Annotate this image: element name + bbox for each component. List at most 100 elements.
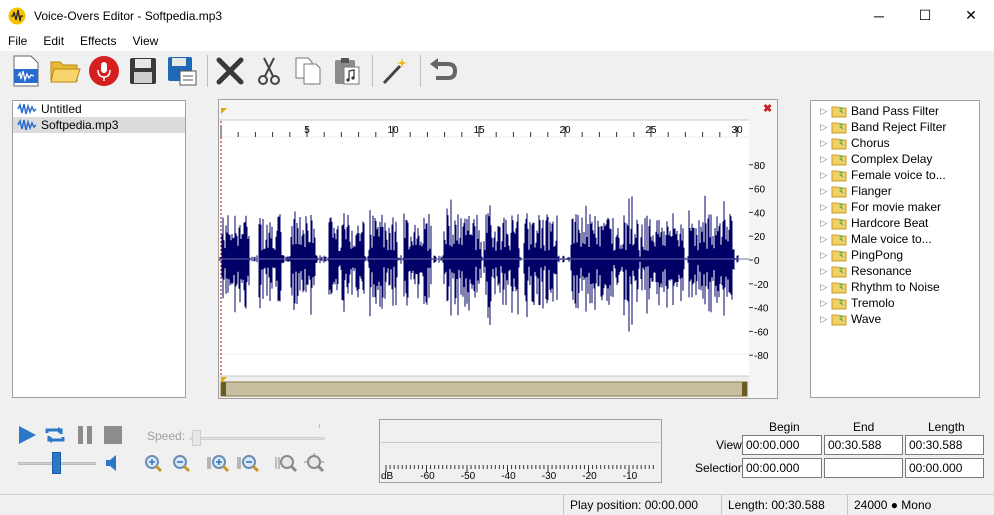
magic-wand-icon — [382, 58, 407, 85]
folder-effect-icon — [831, 185, 847, 197]
expand-arrow-icon[interactable]: ▷ — [817, 154, 831, 165]
expand-arrow-icon[interactable]: ▷ — [817, 314, 831, 325]
close-button[interactable]: ✕ — [948, 0, 994, 31]
folder-effect-icon — [831, 313, 847, 325]
zoom-in-horizontal-icon — [207, 455, 229, 473]
cut-button[interactable] — [251, 53, 287, 89]
paste-button[interactable] — [329, 53, 365, 89]
volume-slider[interactable] — [18, 452, 96, 474]
folder-effect-icon — [831, 169, 847, 181]
effect-item-label: For movie maker — [851, 200, 942, 214]
folder-effect-icon — [831, 137, 847, 149]
stop-icon — [104, 426, 122, 444]
effect-item[interactable]: ▷ Complex Delay — [811, 151, 979, 167]
file-item-softpedia[interactable]: Softpedia.mp3 — [13, 117, 185, 133]
open-button[interactable] — [47, 53, 83, 89]
waveform-canvas[interactable]: 5 10 15 20 25 30 — [219, 100, 749, 398]
copy-button[interactable] — [290, 53, 326, 89]
effect-item[interactable]: ▷ Flanger — [811, 183, 979, 199]
expand-arrow-icon[interactable]: ▷ — [817, 218, 831, 229]
save-as-button[interactable] — [164, 53, 200, 89]
view-row-label: View — [716, 438, 742, 452]
pause-icon — [78, 426, 92, 444]
stop-button[interactable] — [101, 423, 125, 447]
ruler-label: 20 — [559, 125, 571, 136]
new-button[interactable] — [8, 53, 44, 89]
new-icon — [13, 55, 39, 87]
expand-arrow-icon[interactable]: ▷ — [817, 122, 831, 133]
close-waveform-icon[interactable]: ✖ — [763, 102, 772, 115]
expand-arrow-icon[interactable]: ▷ — [817, 186, 831, 197]
effect-item-label: Hardcore Beat — [851, 216, 929, 230]
delete-button[interactable] — [212, 53, 248, 89]
file-item-untitled[interactable]: Untitled — [13, 101, 185, 117]
undo-button[interactable] — [425, 53, 461, 89]
expand-arrow-icon[interactable]: ▷ — [817, 202, 831, 213]
loop-button[interactable] — [43, 423, 67, 447]
effect-item[interactable]: ▷ Rhythm to Noise — [811, 279, 979, 295]
zoom-in-horizontal-button[interactable] — [206, 452, 230, 474]
effect-item[interactable]: ▷ Chorus — [811, 135, 979, 151]
expand-arrow-icon[interactable]: ▷ — [817, 106, 831, 117]
speed-slider[interactable] — [190, 424, 325, 446]
folder-effect-icon — [831, 297, 847, 309]
speed-label: Speed: — [147, 429, 186, 443]
view-end-field[interactable]: 00:30.588 — [824, 435, 903, 455]
speed-slider-tick — [319, 424, 320, 428]
effect-item[interactable]: ▷ Wave — [811, 311, 979, 327]
effect-item[interactable]: ▷ Female voice to... — [811, 167, 979, 183]
toolbar — [0, 51, 994, 91]
zoom-in-button[interactable] — [142, 452, 164, 474]
expand-arrow-icon[interactable]: ▷ — [817, 266, 831, 277]
pause-button[interactable] — [73, 423, 97, 447]
expand-arrow-icon[interactable]: ▷ — [817, 298, 831, 309]
menu-edit[interactable]: Edit — [35, 34, 72, 48]
zoom-fit-button[interactable] — [274, 452, 298, 474]
volume-slider-thumb[interactable] — [52, 452, 61, 474]
expand-arrow-icon[interactable]: ▷ — [817, 138, 831, 149]
record-button[interactable] — [86, 53, 122, 89]
menu-effects[interactable]: Effects — [72, 34, 124, 48]
play-button[interactable] — [15, 423, 39, 447]
effect-item[interactable]: ▷ Male voice to... — [811, 231, 979, 247]
expand-arrow-icon[interactable]: ▷ — [817, 170, 831, 181]
selection-begin-field[interactable]: 00:00.000 — [742, 458, 822, 478]
effect-item[interactable]: ▷ Resonance — [811, 263, 979, 279]
menu-view[interactable]: View — [125, 34, 167, 48]
meter-label: -40 — [501, 471, 516, 481]
effect-item[interactable]: ▷ Band Pass Filter — [811, 103, 979, 119]
view-begin-field[interactable]: 00:00.000 — [742, 435, 822, 455]
effect-item-label: Complex Delay — [851, 152, 933, 166]
effect-item[interactable]: ▷ For movie maker — [811, 199, 979, 215]
volume-button[interactable] — [102, 452, 124, 474]
zoom-reset-button[interactable] — [302, 452, 326, 474]
maximize-button[interactable]: ☐ — [902, 0, 948, 31]
length-header: Length — [928, 420, 965, 434]
speed-slider-thumb[interactable] — [192, 430, 201, 446]
toolbar-separator — [207, 55, 208, 87]
effect-item[interactable]: ▷ Hardcore Beat — [811, 215, 979, 231]
toolbar-separator — [420, 55, 421, 87]
menu-file[interactable]: File — [0, 34, 35, 48]
expand-arrow-icon[interactable]: ▷ — [817, 250, 831, 261]
save-as-icon — [168, 57, 197, 86]
file-item-label: Untitled — [41, 102, 82, 116]
effect-item[interactable]: ▷ Tremolo — [811, 295, 979, 311]
audio-file-icon — [17, 103, 37, 115]
folder-effect-icon — [831, 249, 847, 261]
zoom-out-horizontal-button[interactable] — [236, 452, 260, 474]
zoom-out-button[interactable] — [170, 452, 192, 474]
save-button[interactable] — [125, 53, 161, 89]
effect-item[interactable]: ▷ PingPong — [811, 247, 979, 263]
selection-end-field[interactable] — [824, 458, 903, 478]
begin-header: Begin — [769, 420, 800, 434]
zoom-out-icon — [173, 455, 191, 473]
expand-arrow-icon[interactable]: ▷ — [817, 282, 831, 293]
effect-item[interactable]: ▷ Band Reject Filter — [811, 119, 979, 135]
selection-length-field[interactable]: 00:00.000 — [905, 458, 984, 478]
view-length-field[interactable]: 00:30.588 — [905, 435, 984, 455]
minimize-button[interactable]: ─ — [856, 0, 902, 31]
waveform-editor[interactable]: 5 10 15 20 25 30 — [218, 99, 750, 399]
effect-wizard-button[interactable] — [377, 53, 413, 89]
expand-arrow-icon[interactable]: ▷ — [817, 234, 831, 245]
